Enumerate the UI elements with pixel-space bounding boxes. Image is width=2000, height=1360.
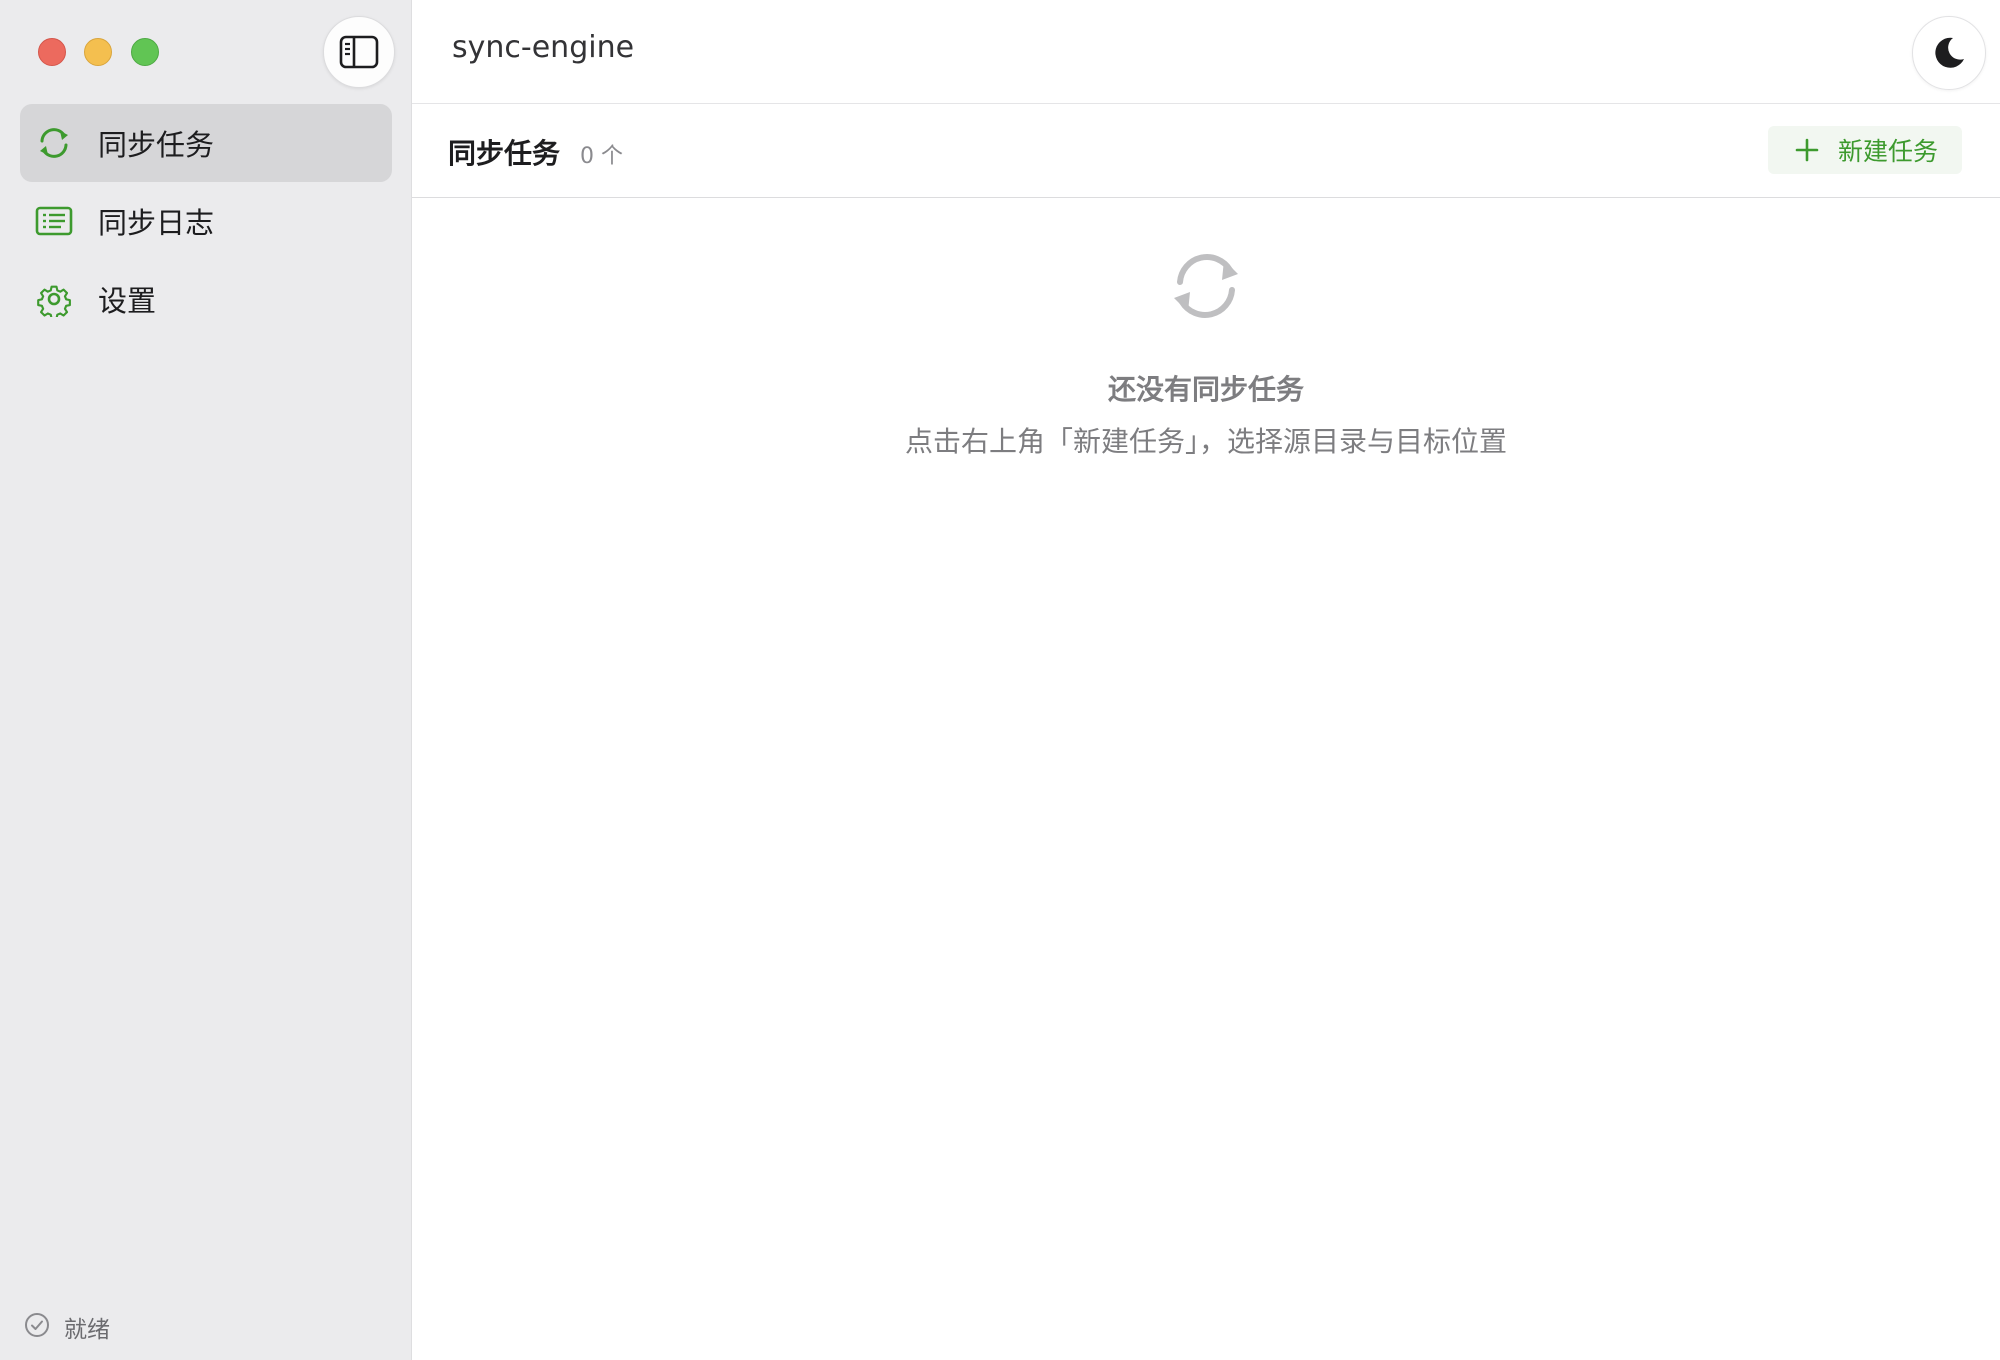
new-task-label: 新建任务 xyxy=(1838,137,1939,166)
sidebar-item-settings[interactable]: 设置 xyxy=(20,260,392,338)
theme-toggle-button[interactable] xyxy=(1912,16,1986,90)
app-title: sync-engine xyxy=(452,30,635,65)
section-header: 同步任务 0 个 新建任务 xyxy=(412,104,2000,198)
status-indicator: 就绪 xyxy=(24,1310,110,1344)
sidebar: 同步任务 同步日志 设置 就绪 xyxy=(0,0,412,1360)
gear-icon xyxy=(34,279,74,319)
check-circle-icon xyxy=(24,1312,50,1342)
sidebar-item-label: 同步日志 xyxy=(98,206,215,240)
log-list-icon xyxy=(34,201,74,241)
section-title: 同步任务 xyxy=(448,137,561,170)
task-count: 0 个 xyxy=(580,144,623,169)
app-window: 同步任务 同步日志 设置 就绪 sync-engine 同步任务 0 个 新建任… xyxy=(0,0,2000,1360)
sidebar-item-label: 同步任务 xyxy=(98,128,215,162)
sync-icon xyxy=(1160,240,1252,332)
window-close-button[interactable] xyxy=(38,38,66,66)
sidebar-item-sync-tasks[interactable]: 同步任务 xyxy=(20,104,392,182)
sync-icon xyxy=(34,123,74,163)
plus-icon xyxy=(1794,137,1820,163)
sidebar-item-sync-logs[interactable]: 同步日志 xyxy=(20,182,392,260)
empty-state-description: 点击右上角「新建任务」，选择源目录与目标位置 xyxy=(904,425,1507,458)
window-maximize-button[interactable] xyxy=(131,38,159,66)
window-minimize-button[interactable] xyxy=(84,38,112,66)
new-task-button[interactable]: 新建任务 xyxy=(1768,126,1962,174)
moon-icon xyxy=(1935,37,1964,68)
sidebar-item-label: 设置 xyxy=(98,284,157,318)
sidebar-icon xyxy=(339,35,379,69)
status-label: 就绪 xyxy=(64,1317,110,1343)
empty-state-title: 还没有同步任务 xyxy=(1107,373,1304,406)
sidebar-toggle-button[interactable] xyxy=(323,16,395,88)
top-bar: sync-engine xyxy=(412,0,2000,104)
empty-state: 还没有同步任务 点击右上角「新建任务」，选择源目录与目标位置 xyxy=(412,198,2000,558)
